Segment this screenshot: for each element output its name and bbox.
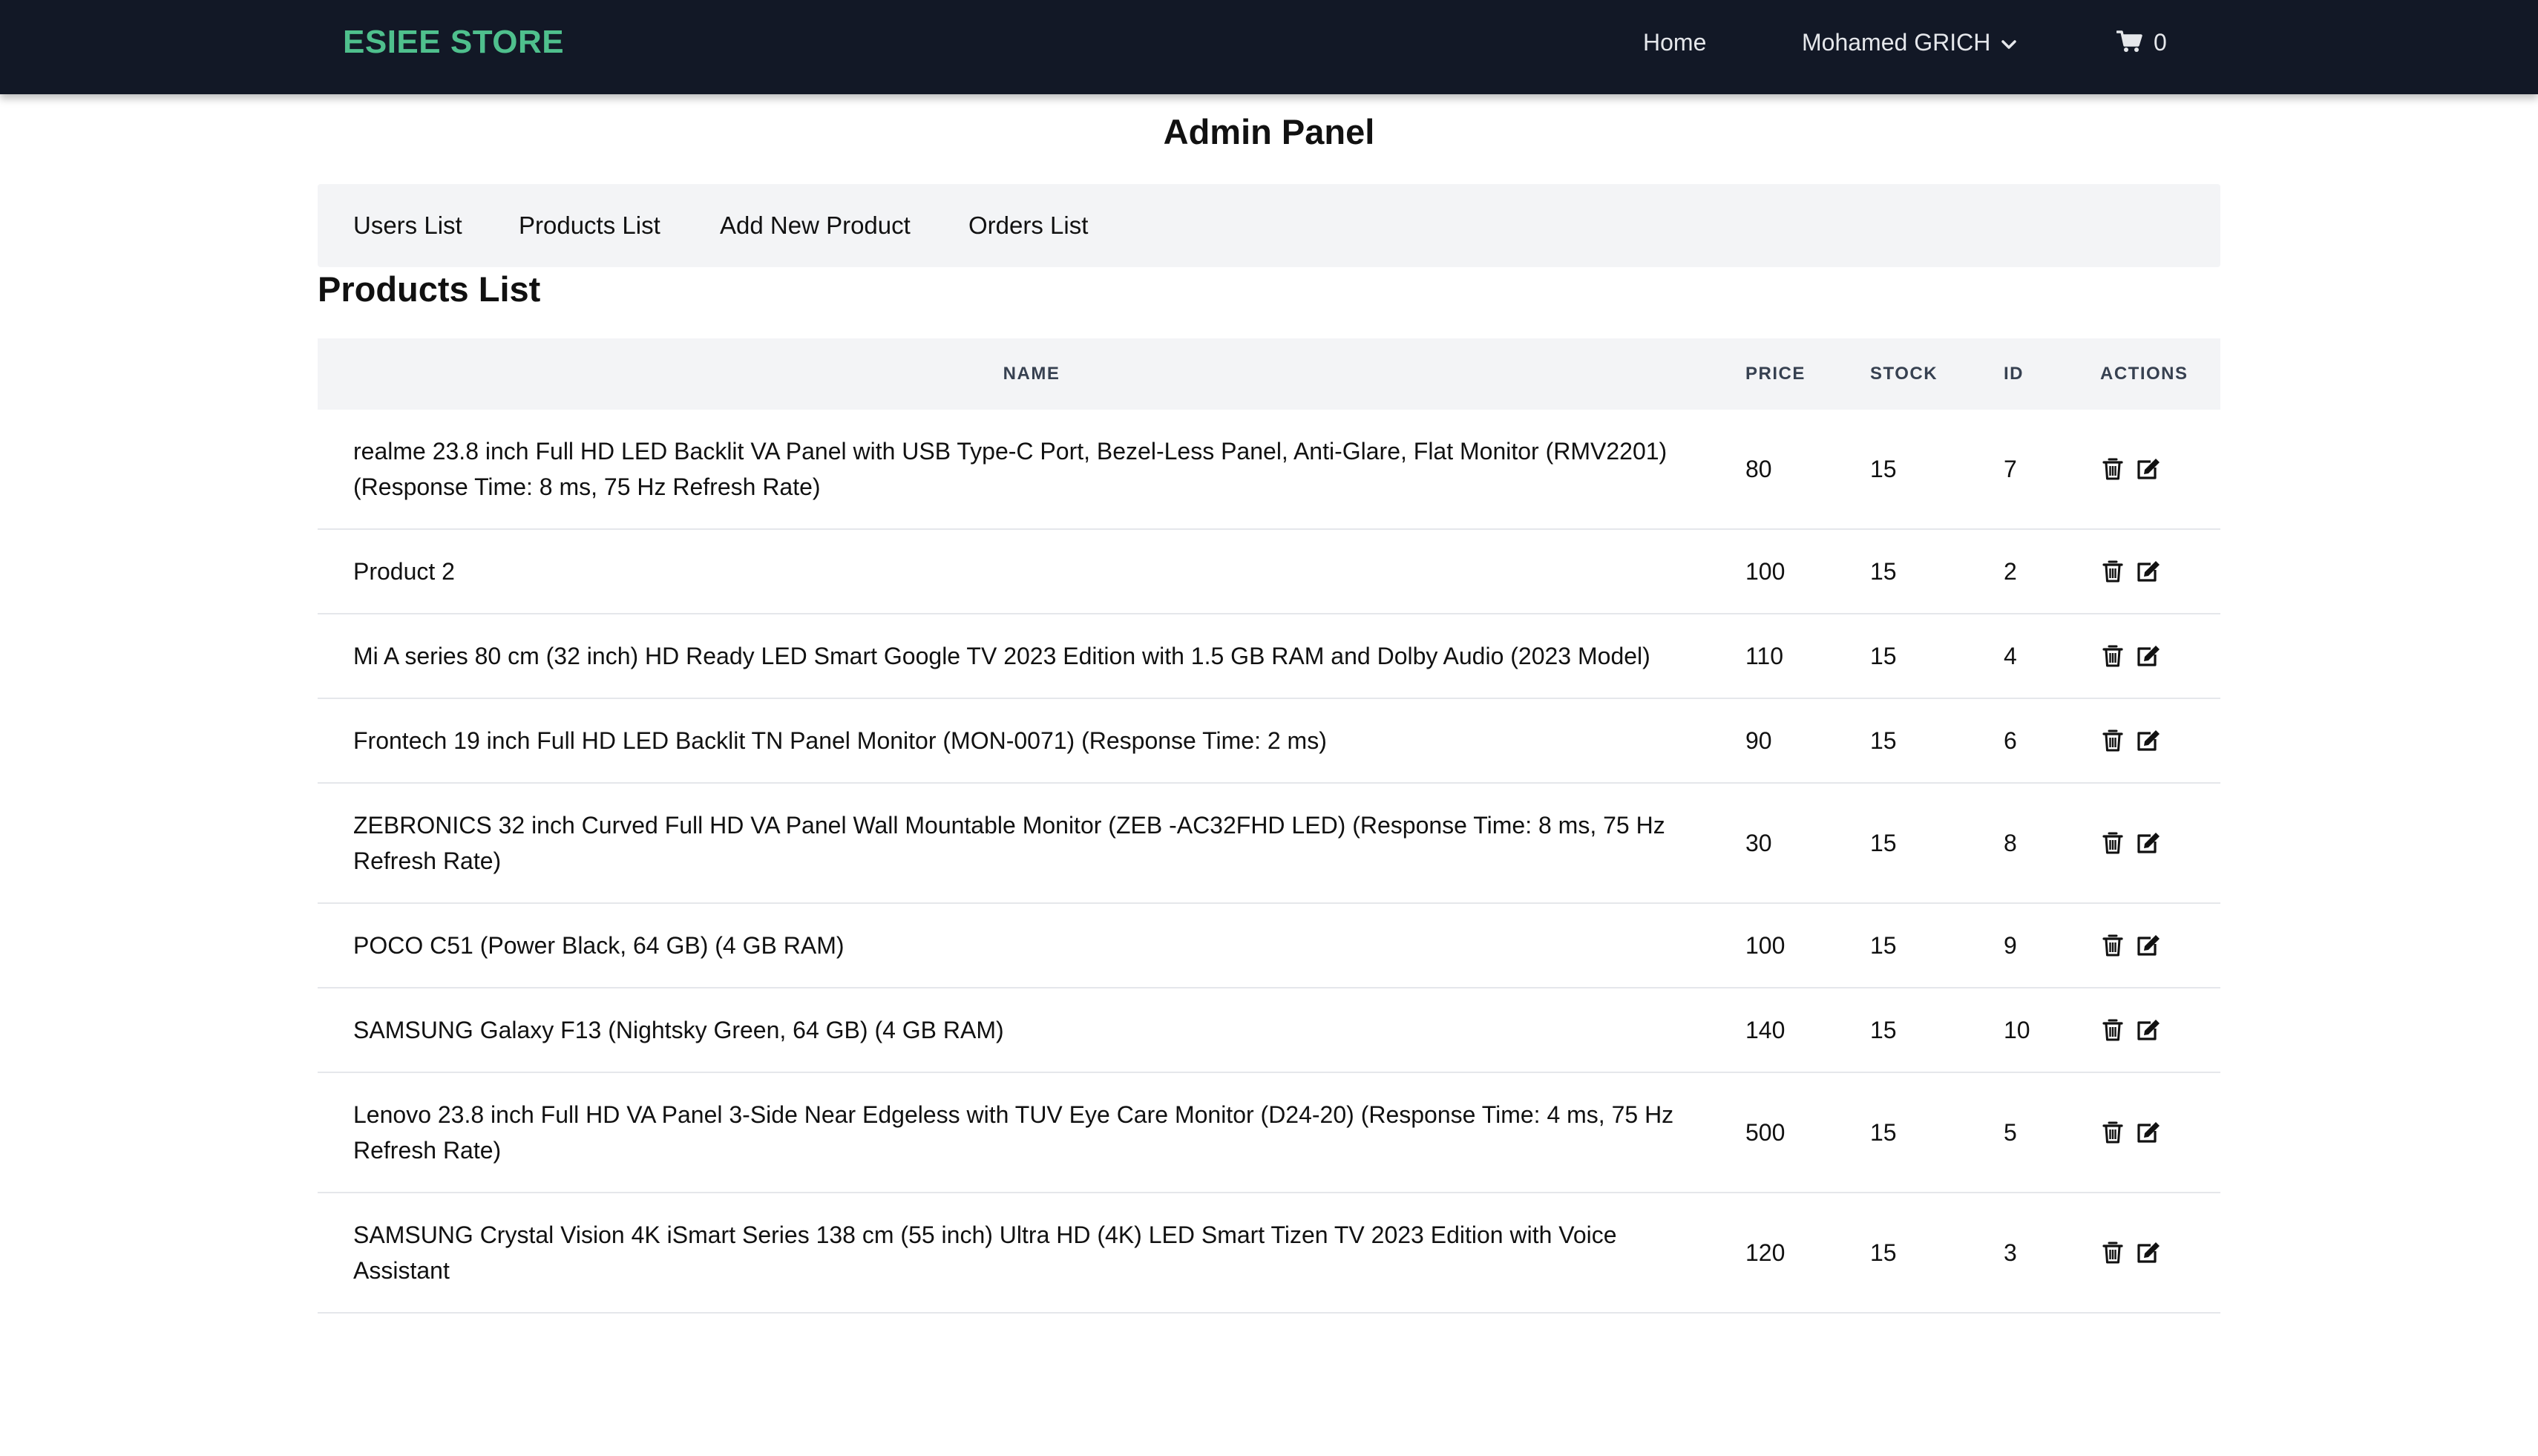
product-price: 30	[1745, 830, 1772, 856]
product-stock: 15	[1870, 727, 1897, 754]
admin-tabs: Users List Products List Add New Product…	[318, 184, 2220, 267]
product-name: realme 23.8 inch Full HD LED Backlit VA …	[353, 438, 1668, 500]
cart-link[interactable]: 0	[2116, 0, 2167, 85]
product-id: 5	[2004, 1119, 2017, 1146]
product-name: SAMSUNG Galaxy F13 (Nightsky Green, 64 G…	[353, 1017, 1004, 1043]
trash-icon[interactable]	[2100, 456, 2125, 482]
product-actions	[2100, 903, 2220, 988]
edit-icon[interactable]	[2136, 1239, 2161, 1266]
edit-icon[interactable]	[2136, 830, 2161, 856]
trash-icon[interactable]	[2100, 643, 2125, 669]
navbar: ESIEE STORE Home Mohamed GRICH 0	[0, 0, 2538, 94]
product-actions	[2100, 1193, 2220, 1313]
trash-icon[interactable]	[2100, 1239, 2125, 1266]
product-name: Mi A series 80 cm (32 inch) HD Ready LED…	[353, 643, 1650, 669]
edit-icon[interactable]	[2136, 643, 2161, 669]
table-row: SAMSUNG Crystal Vision 4K iSmart Series …	[318, 1193, 2220, 1313]
product-id: 3	[2004, 1239, 2017, 1266]
table-row: Mi A series 80 cm (32 inch) HD Ready LED…	[318, 614, 2220, 698]
product-stock: 15	[1870, 558, 1897, 585]
nav-home-link[interactable]: Home	[1643, 0, 1706, 85]
table-row: Frontech 19 inch Full HD LED Backlit TN …	[318, 698, 2220, 783]
tab-orders-list[interactable]: Orders List	[968, 184, 1088, 267]
products-table-container: NAME PRICE STOCK ID ACTIONS realme 23.8 …	[318, 338, 2220, 1314]
products-table: NAME PRICE STOCK ID ACTIONS realme 23.8 …	[318, 338, 2220, 1314]
header-stock: STOCK	[1870, 364, 1938, 384]
edit-icon[interactable]	[2136, 456, 2161, 482]
product-id: 4	[2004, 643, 2017, 669]
trash-icon[interactable]	[2100, 1119, 2125, 1146]
product-id: 2	[2004, 558, 2017, 585]
product-price: 500	[1745, 1119, 1786, 1146]
product-actions	[2100, 1072, 2220, 1193]
trash-icon[interactable]	[2100, 932, 2125, 959]
product-actions	[2100, 529, 2220, 614]
product-id: 10	[2004, 1017, 2030, 1043]
product-id: 9	[2004, 932, 2017, 959]
user-name: Mohamed GRICH	[1802, 29, 1991, 56]
product-name: Lenovo 23.8 inch Full HD VA Panel 3-Side…	[353, 1101, 1674, 1164]
product-actions	[2100, 614, 2220, 698]
edit-icon[interactable]	[2136, 727, 2161, 754]
product-price: 140	[1745, 1017, 1786, 1043]
product-id: 6	[2004, 727, 2017, 754]
table-header-row: NAME PRICE STOCK ID ACTIONS	[318, 338, 2220, 410]
product-name: Product 2	[353, 558, 455, 585]
table-row: SAMSUNG Galaxy F13 (Nightsky Green, 64 G…	[318, 988, 2220, 1072]
table-row: Product 2 100 15 2	[318, 529, 2220, 614]
product-price: 110	[1745, 643, 1784, 669]
tab-add-new-product[interactable]: Add New Product	[720, 184, 911, 267]
product-id: 7	[2004, 456, 2017, 482]
product-price: 100	[1745, 558, 1786, 585]
header-name: NAME	[1003, 364, 1060, 384]
trash-icon[interactable]	[2100, 830, 2125, 856]
table-row: Lenovo 23.8 inch Full HD VA Panel 3-Side…	[318, 1072, 2220, 1193]
cart-icon	[2116, 29, 2154, 56]
product-price: 80	[1745, 456, 1772, 482]
edit-icon[interactable]	[2136, 1017, 2161, 1043]
table-row: realme 23.8 inch Full HD LED Backlit VA …	[318, 410, 2220, 529]
tab-products-list[interactable]: Products List	[519, 184, 660, 267]
product-actions	[2100, 698, 2220, 783]
product-name: ZEBRONICS 32 inch Curved Full HD VA Pane…	[353, 812, 1665, 874]
product-price: 90	[1745, 727, 1772, 754]
product-name: POCO C51 (Power Black, 64 GB) (4 GB RAM)	[353, 932, 845, 959]
header-actions: ACTIONS	[2100, 364, 2188, 384]
table-row: ZEBRONICS 32 inch Curved Full HD VA Pane…	[318, 783, 2220, 903]
product-stock: 15	[1870, 830, 1897, 856]
user-menu-dropdown[interactable]: Mohamed GRICH	[1802, 0, 2017, 85]
page-title: Admin Panel	[1163, 112, 1375, 151]
product-stock: 15	[1870, 932, 1897, 959]
product-price: 120	[1745, 1239, 1786, 1266]
trash-icon[interactable]	[2100, 727, 2125, 754]
tab-users-list[interactable]: Users List	[353, 184, 462, 267]
chevron-down-icon	[2001, 0, 2017, 84]
product-actions	[2100, 783, 2220, 903]
cart-count: 0	[2154, 29, 2167, 56]
header-id: ID	[2004, 364, 2024, 384]
header-price: PRICE	[1745, 364, 1806, 384]
product-stock: 15	[1870, 1119, 1897, 1146]
product-name: SAMSUNG Crystal Vision 4K iSmart Series …	[353, 1221, 1617, 1284]
edit-icon[interactable]	[2136, 932, 2161, 959]
products-table-body: realme 23.8 inch Full HD LED Backlit VA …	[318, 410, 2220, 1313]
product-id: 8	[2004, 830, 2017, 856]
trash-icon[interactable]	[2100, 558, 2125, 585]
product-stock: 15	[1870, 1239, 1897, 1266]
table-row: POCO C51 (Power Black, 64 GB) (4 GB RAM)…	[318, 903, 2220, 988]
trash-icon[interactable]	[2100, 1017, 2125, 1043]
section-title: Products List	[318, 269, 541, 309]
brand-logo[interactable]: ESIEE STORE	[343, 0, 564, 85]
product-stock: 15	[1870, 1017, 1897, 1043]
product-stock: 15	[1870, 456, 1897, 482]
product-stock: 15	[1870, 643, 1897, 669]
product-actions	[2100, 988, 2220, 1072]
edit-icon[interactable]	[2136, 1119, 2161, 1146]
product-name: Frontech 19 inch Full HD LED Backlit TN …	[353, 727, 1327, 754]
product-price: 100	[1745, 932, 1786, 959]
product-actions	[2100, 410, 2220, 529]
edit-icon[interactable]	[2136, 558, 2161, 585]
